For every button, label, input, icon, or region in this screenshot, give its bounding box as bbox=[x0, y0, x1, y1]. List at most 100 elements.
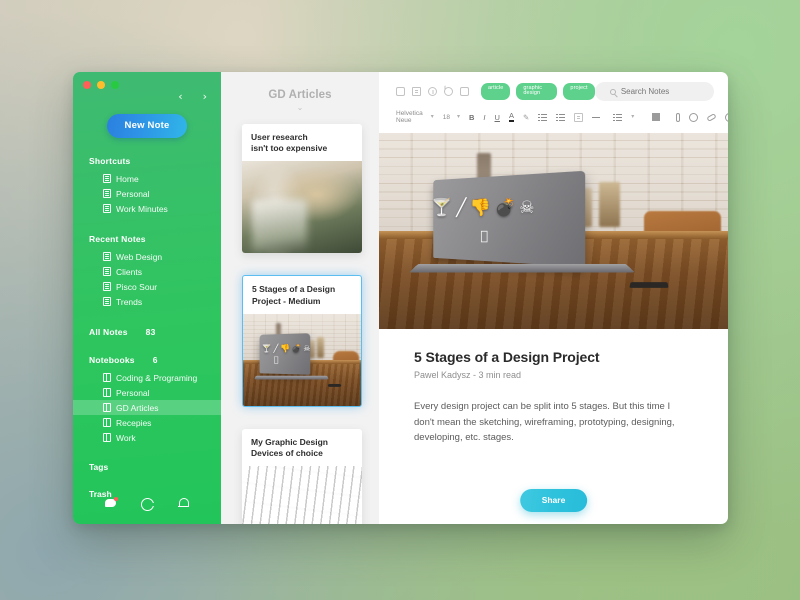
checklist-icon[interactable] bbox=[574, 112, 584, 122]
tag-article[interactable]: article bbox=[481, 82, 511, 101]
zoom-button[interactable] bbox=[111, 81, 119, 89]
bold-button[interactable]: B bbox=[469, 113, 474, 122]
sidebar-item-personal[interactable]: Personal bbox=[73, 186, 221, 201]
notebooks-count: 6 bbox=[152, 355, 158, 365]
info-icon[interactable] bbox=[444, 87, 453, 96]
emoji-icon[interactable] bbox=[689, 112, 699, 122]
sync-icon[interactable] bbox=[140, 496, 154, 510]
sidebar-item-pisco-sour[interactable]: Pisco Sour bbox=[73, 279, 221, 294]
sidebar-item-label: Work Minutes bbox=[116, 203, 168, 214]
window-controls bbox=[83, 81, 119, 89]
notebook-icon bbox=[103, 418, 111, 427]
skull-sticker-icon: ☠ bbox=[303, 343, 311, 353]
sidebar-section-title: Recent Notes bbox=[89, 234, 146, 244]
editor-toolbar: article graphic design project Helvetica… bbox=[379, 72, 728, 133]
sidebar-section-shortcuts: Shortcuts Home Personal Work Minutes bbox=[73, 156, 221, 216]
align-icon[interactable] bbox=[613, 113, 623, 121]
note-icon bbox=[103, 267, 111, 276]
sidebar-item-label: Pisco Sour bbox=[116, 281, 158, 292]
brush-sticker-icon: ╱ bbox=[273, 343, 279, 353]
bomb-sticker-icon: 💣 bbox=[494, 198, 516, 219]
brush-sticker-icon: ╱ bbox=[456, 198, 467, 219]
chat-icon[interactable] bbox=[104, 496, 118, 510]
font-family-select[interactable]: Helvetica Neue bbox=[396, 110, 423, 124]
table-icon[interactable] bbox=[652, 113, 661, 121]
sidebar-item-clients[interactable]: Clients bbox=[73, 264, 221, 279]
sidebar-item-work[interactable]: Work bbox=[73, 430, 221, 445]
underline-button[interactable]: U bbox=[495, 113, 500, 122]
numbered-list-icon[interactable] bbox=[556, 113, 566, 121]
sidebar-item-label: Work bbox=[116, 432, 136, 443]
sidebar-item-label: Coding & Programing bbox=[116, 372, 198, 383]
search-input[interactable] bbox=[620, 87, 699, 96]
font-size-value[interactable]: 18 bbox=[443, 114, 450, 121]
sidebar-item-label: Trends bbox=[116, 296, 143, 307]
search-box[interactable] bbox=[594, 82, 714, 101]
attachment-icon[interactable] bbox=[460, 87, 469, 96]
sidebar-all-notes-row[interactable]: All Notes 83 bbox=[73, 327, 221, 337]
sidebar-section-title: Shortcuts bbox=[89, 156, 131, 166]
highlighter-icon[interactable]: ✎ bbox=[523, 113, 529, 122]
align-chevron-down-icon[interactable]: ▾ bbox=[631, 114, 634, 120]
sidebar-item-label: Home bbox=[116, 173, 139, 184]
minimize-button[interactable] bbox=[97, 81, 105, 89]
bell-icon[interactable] bbox=[176, 496, 190, 510]
note-icon bbox=[103, 174, 111, 183]
note-card-5-stages[interactable]: 5 Stages of a DesignProject - Medium  bbox=[242, 275, 362, 407]
note-card-my-graphic-design-devices[interactable]: My Graphic Design Devices of choice bbox=[242, 428, 362, 524]
sidebar-footer bbox=[73, 496, 221, 510]
sidebar-item-home[interactable]: Home bbox=[73, 171, 221, 186]
tag-graphic-design[interactable]: graphic design bbox=[516, 82, 558, 101]
toolbar-insert-group bbox=[676, 112, 728, 122]
sidebar-section-notebooks: Notebooks 6 Coding & Programing Personal… bbox=[73, 355, 221, 445]
note-tags: article graphic design project bbox=[481, 82, 595, 101]
sidebar-item-label: Personal bbox=[116, 188, 150, 199]
editor-panel: article graphic design project Helvetica… bbox=[379, 72, 728, 524]
note-content: 5 Stages of a Design Project Pawel Kadys… bbox=[379, 329, 728, 446]
new-note-button[interactable]: New Note bbox=[106, 114, 188, 138]
notebook-icon bbox=[103, 388, 111, 397]
sidebar-item-recepies[interactable]: Recepies bbox=[73, 415, 221, 430]
sidebar-item-personal-notebook[interactable]: Personal bbox=[73, 385, 221, 400]
sidebar-item-trends[interactable]: Trends bbox=[73, 294, 221, 309]
sidebar-section-recent-notes: Recent Notes Web Design Clients Pisco So… bbox=[73, 234, 221, 309]
bullet-list-icon[interactable] bbox=[538, 113, 548, 121]
note-card-thumbnail:  🍸 ╱ 👎 💣 ☠ bbox=[243, 313, 361, 406]
desktop-background: ‹ › New Note Shortcuts Home Personal Wor… bbox=[0, 0, 800, 600]
sidebar-item-work-minutes[interactable]: Work Minutes bbox=[73, 201, 221, 216]
sidebar-item-web-design[interactable]: Web Design bbox=[73, 249, 221, 264]
clock-icon[interactable] bbox=[428, 87, 437, 96]
text-color-button[interactable]: A bbox=[508, 112, 514, 123]
close-button[interactable] bbox=[83, 81, 91, 89]
horizontal-rule-icon[interactable] bbox=[592, 116, 601, 118]
sidebar-item-coding-and-programing[interactable]: Coding & Programing bbox=[73, 370, 221, 385]
nav-arrows: ‹ › bbox=[178, 91, 207, 102]
font-size-stepper-icon[interactable]: ▾ bbox=[457, 114, 460, 120]
toolbar-top-row: article graphic design project bbox=[396, 82, 714, 101]
sidebar-notebooks-row[interactable]: Notebooks 6 bbox=[73, 355, 221, 365]
note-card-user-research[interactable]: User research isn't too expensive bbox=[242, 124, 362, 254]
checkbox-icon[interactable] bbox=[396, 87, 405, 96]
font-family-stepper-icon[interactable]: ▾ bbox=[431, 114, 434, 120]
chevron-down-icon[interactable]: ⌄ bbox=[221, 103, 379, 112]
search-icon bbox=[609, 88, 616, 95]
share-button[interactable]: Share bbox=[519, 489, 588, 512]
note-title: 5 Stages of a Design Project bbox=[414, 349, 600, 365]
back-arrow-icon[interactable]: ‹ bbox=[178, 91, 182, 102]
tag-project[interactable]: project bbox=[563, 82, 595, 101]
note-list-panel: GD Articles ⌄ User research isn't too exp… bbox=[221, 72, 379, 524]
note-icon bbox=[103, 204, 111, 213]
more-icon[interactable] bbox=[725, 112, 728, 122]
sidebar-item-tags[interactable]: Tags bbox=[73, 462, 221, 472]
italic-button[interactable]: I bbox=[483, 113, 485, 122]
link-icon[interactable] bbox=[706, 112, 717, 122]
paperclip-icon[interactable] bbox=[676, 112, 681, 122]
note-body-text[interactable]: Every design project can be split into 5… bbox=[414, 399, 693, 446]
sidebar-section-all-notes[interactable]: All Notes 83 bbox=[73, 327, 221, 337]
note-card-title: User research isn't too expensive bbox=[251, 132, 328, 154]
sidebar-section-title: All Notes bbox=[89, 327, 128, 337]
sidebar-item-gd-articles[interactable]: GD Articles bbox=[73, 400, 221, 415]
forward-arrow-icon[interactable]: › bbox=[203, 91, 207, 102]
bomb-sticker-icon: 💣 bbox=[291, 343, 302, 353]
play-icon[interactable] bbox=[412, 87, 421, 96]
